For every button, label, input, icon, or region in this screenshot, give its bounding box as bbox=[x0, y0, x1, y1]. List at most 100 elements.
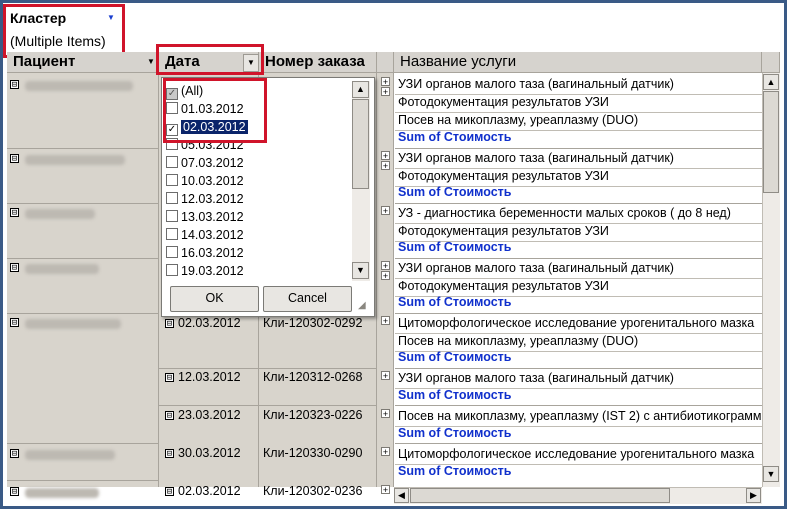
patient-collapse-icon[interactable]: ⊟ bbox=[10, 449, 19, 459]
patient-column bbox=[7, 73, 159, 487]
patient-collapse-icon[interactable]: ⊟ bbox=[10, 80, 19, 90]
patient-sep-5 bbox=[7, 443, 159, 444]
checkbox-icon[interactable] bbox=[166, 264, 178, 276]
group-line bbox=[395, 443, 762, 444]
patient-sep-6 bbox=[7, 480, 159, 481]
option-date[interactable]: 19.03.2012 bbox=[166, 263, 244, 280]
sum-row: Sum of Стоимость bbox=[398, 240, 512, 254]
option-date[interactable]: 12.03.2012 bbox=[166, 191, 244, 208]
service-row: Посев на микоплазму, уреаплазму (DUO) bbox=[398, 334, 639, 348]
expand-icon[interactable]: + bbox=[381, 371, 390, 381]
expand-icon[interactable]: + bbox=[381, 409, 390, 419]
patient-name-blurred bbox=[25, 488, 99, 498]
expand-icon[interactable]: + bbox=[381, 206, 390, 216]
service-row: УЗИ органов малого таза (вагинальный дат… bbox=[398, 151, 674, 165]
patient-name-blurred bbox=[25, 450, 115, 460]
popup-scroll-down-button[interactable]: ▼ bbox=[352, 262, 369, 279]
checkbox-icon[interactable] bbox=[166, 246, 178, 258]
checkbox-icon[interactable] bbox=[166, 210, 178, 222]
service-row: Цитоморфологическое исследование урогени… bbox=[398, 447, 755, 461]
expand-icon[interactable]: + bbox=[381, 151, 390, 161]
order-date: 02.03.2012 bbox=[178, 316, 241, 330]
patient-sep-4 bbox=[7, 313, 159, 314]
expand-icon[interactable]: + bbox=[381, 316, 390, 326]
date-header-highlight bbox=[156, 44, 264, 75]
order-number: Кли-120330-0290 bbox=[263, 446, 363, 460]
scroll-up-button[interactable]: ▲ bbox=[763, 74, 779, 90]
checkbox-icon[interactable] bbox=[166, 192, 178, 204]
scroll-right-button[interactable]: ▶ bbox=[746, 488, 761, 503]
service-row: Фотодокументация результатов УЗИ bbox=[398, 279, 609, 293]
service-row: УЗИ органов малого таза (вагинальный дат… bbox=[398, 371, 674, 385]
scroll-left-button[interactable]: ◀ bbox=[394, 488, 409, 503]
date-collapse-icon[interactable]: ⊟ bbox=[165, 319, 174, 329]
checkbox-icon[interactable] bbox=[166, 174, 178, 186]
patient-name-blurred bbox=[25, 81, 133, 91]
selection-highlight bbox=[163, 78, 267, 143]
popup-scroll-up-button[interactable]: ▲ bbox=[352, 81, 369, 98]
option-date[interactable]: 16.03.2012 bbox=[166, 245, 244, 262]
expand-icon[interactable]: + bbox=[381, 447, 390, 457]
group-line bbox=[395, 148, 762, 149]
service-row: Фотодокументация результатов УЗИ bbox=[398, 224, 609, 238]
header-patient[interactable]: Пациент ▼ bbox=[7, 52, 159, 73]
sum-row: Sum of Стоимость bbox=[398, 185, 512, 199]
expand-icon[interactable]: + bbox=[381, 485, 390, 495]
group-line bbox=[395, 313, 762, 314]
date-collapse-icon[interactable]: ⊟ bbox=[165, 373, 174, 383]
option-label: 13.03.2012 bbox=[181, 210, 244, 224]
patient-sep-1 bbox=[7, 148, 159, 149]
scroll-down-button[interactable]: ▼ bbox=[763, 466, 779, 482]
date-collapse-icon[interactable]: ⊟ bbox=[165, 411, 174, 421]
patient-collapse-icon[interactable]: ⊟ bbox=[10, 318, 19, 328]
header-service[interactable]: Название услуги bbox=[394, 52, 762, 73]
header-expand-col bbox=[377, 52, 394, 73]
checkbox-icon[interactable] bbox=[166, 228, 178, 240]
patient-collapse-icon[interactable]: ⊟ bbox=[10, 154, 19, 164]
service-row: УЗ - диагностика беременности малых срок… bbox=[398, 206, 731, 220]
cancel-button[interactable]: Cancel bbox=[263, 286, 352, 312]
option-date[interactable]: 13.03.2012 bbox=[166, 209, 244, 226]
expand-icon[interactable]: + bbox=[381, 87, 390, 97]
filter-dropdown-icon[interactable]: ▼ bbox=[107, 13, 115, 22]
option-date[interactable]: 10.03.2012 bbox=[166, 173, 244, 190]
order-date: 12.03.2012 bbox=[178, 370, 241, 384]
service-row: Цитоморфологическое исследование урогени… bbox=[398, 316, 755, 330]
expand-icon[interactable]: + bbox=[381, 261, 390, 271]
patient-collapse-icon[interactable]: ⊟ bbox=[10, 487, 19, 497]
patient-collapse-icon[interactable]: ⊟ bbox=[10, 263, 19, 273]
filter-label: Кластер bbox=[10, 10, 67, 26]
expand-icon[interactable]: + bbox=[381, 271, 390, 281]
date-collapse-icon[interactable]: ⊟ bbox=[165, 449, 174, 459]
option-date[interactable]: 07.03.2012 bbox=[166, 155, 244, 172]
sum-row: Sum of Стоимость bbox=[398, 388, 512, 402]
date-collapse-icon[interactable]: ⊟ bbox=[165, 487, 174, 497]
vertical-scroll-thumb[interactable] bbox=[763, 91, 779, 193]
option-date[interactable]: 14.03.2012 bbox=[166, 227, 244, 244]
filter-value[interactable]: (Multiple Items) bbox=[10, 33, 106, 49]
patient-name-blurred bbox=[25, 209, 95, 219]
order-date: 02.03.2012 bbox=[178, 484, 241, 498]
patient-dropdown-icon[interactable]: ▼ bbox=[147, 52, 155, 72]
patient-name-blurred bbox=[25, 264, 99, 274]
ok-button[interactable]: OK bbox=[170, 286, 259, 312]
header-order-label: Номер заказа bbox=[265, 53, 365, 70]
expand-icon[interactable]: + bbox=[381, 77, 390, 87]
expand-icon[interactable]: + bbox=[381, 161, 390, 171]
service-list: УЗИ органов малого таза (вагинальный дат… bbox=[395, 73, 762, 487]
service-row: Посев на микоплазму, уреаплазму (DUO) bbox=[398, 113, 639, 127]
header-order[interactable]: Номер заказа ▼ bbox=[259, 52, 384, 73]
checkbox-icon[interactable] bbox=[166, 156, 178, 168]
pivot-table-window: Кластер ▼ (Multiple Items) Пациент ▼ Дат… bbox=[3, 3, 784, 506]
horizontal-scroll-thumb[interactable] bbox=[410, 488, 670, 503]
order-date: 30.03.2012 bbox=[178, 446, 241, 460]
resize-grip-icon[interactable]: ◢ bbox=[358, 300, 366, 311]
group-line bbox=[395, 203, 762, 204]
group-line bbox=[395, 258, 762, 259]
sum-row: Sum of Стоимость bbox=[398, 130, 512, 144]
order-number: Кли-120302-0236 bbox=[263, 484, 363, 498]
popup-scroll-thumb[interactable] bbox=[352, 99, 369, 189]
sum-row: Sum of Стоимость bbox=[398, 350, 512, 364]
patient-collapse-icon[interactable]: ⊟ bbox=[10, 208, 19, 218]
order-date: 23.03.2012 bbox=[178, 408, 241, 422]
